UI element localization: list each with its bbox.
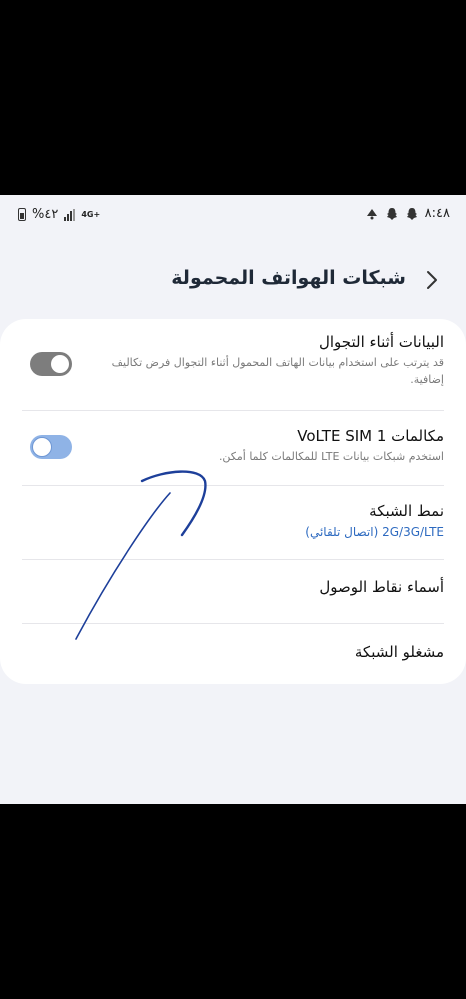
setting-subtitle: استخدم شبكات بيانات LTE للمكالمات كلما أ… xyxy=(218,450,444,463)
battery-percent: %٤٢ xyxy=(32,207,59,222)
settings-screen: %٤٢ 4G+ ٨:٤٨ شبكات الهواتف المحمولة البي… xyxy=(0,195,466,804)
setting-title: نمط الشبكة xyxy=(369,502,444,520)
setting-row-roaming[interactable]: البيانات أثناء التجوال قد يترتب على استخ… xyxy=(22,333,444,409)
setting-row-apn[interactable]: أسماء نقاط الوصول xyxy=(22,578,444,618)
status-left-group: %٤٢ 4G+ xyxy=(18,207,100,222)
page-title: شبكات الهواتف المحمولة xyxy=(171,267,406,289)
setting-title: أسماء نقاط الوصول xyxy=(319,578,444,596)
status-bar: %٤٢ 4G+ ٨:٤٨ xyxy=(0,195,466,233)
setting-row-volte[interactable]: مكالمات VoLTE SIM 1 استخدم شبكات بيانات … xyxy=(22,427,444,483)
toggle-knob xyxy=(50,354,70,374)
setting-title: مشغلو الشبكة xyxy=(354,643,444,661)
setting-title: البيانات أثناء التجوال xyxy=(318,333,444,351)
snapchat-icon xyxy=(386,207,397,220)
mute-icon xyxy=(366,209,377,220)
settings-card: البيانات أثناء التجوال قد يترتب على استخ… xyxy=(0,319,466,684)
divider xyxy=(22,485,444,486)
roaming-toggle[interactable] xyxy=(30,352,72,376)
setting-title: مكالمات VoLTE SIM 1 xyxy=(297,427,444,445)
chevron-left-icon[interactable] xyxy=(422,269,440,291)
battery-icon xyxy=(18,208,26,221)
network-type-icon: 4G+ xyxy=(81,209,101,219)
volte-toggle[interactable] xyxy=(30,435,72,459)
divider xyxy=(22,623,444,624)
toggle-knob xyxy=(32,437,52,457)
setting-row-network-operators[interactable]: مشغلو الشبكة xyxy=(22,643,444,679)
setting-value: 2G/3G/LTE (اتصال تلقائي) xyxy=(305,525,444,539)
signal-icon xyxy=(64,208,76,221)
setting-row-network-mode[interactable]: نمط الشبكة 2G/3G/LTE (اتصال تلقائي) xyxy=(22,502,444,558)
snapchat-icon xyxy=(406,207,417,220)
page-header: شبكات الهواتف المحمولة xyxy=(0,255,466,305)
divider xyxy=(22,559,444,560)
status-right-group: ٨:٤٨ xyxy=(365,206,450,221)
setting-subtitle: قد يترتب على استخدام بيانات الهاتف المحم… xyxy=(111,356,444,386)
divider xyxy=(22,410,444,411)
clock: ٨:٤٨ xyxy=(424,206,450,221)
